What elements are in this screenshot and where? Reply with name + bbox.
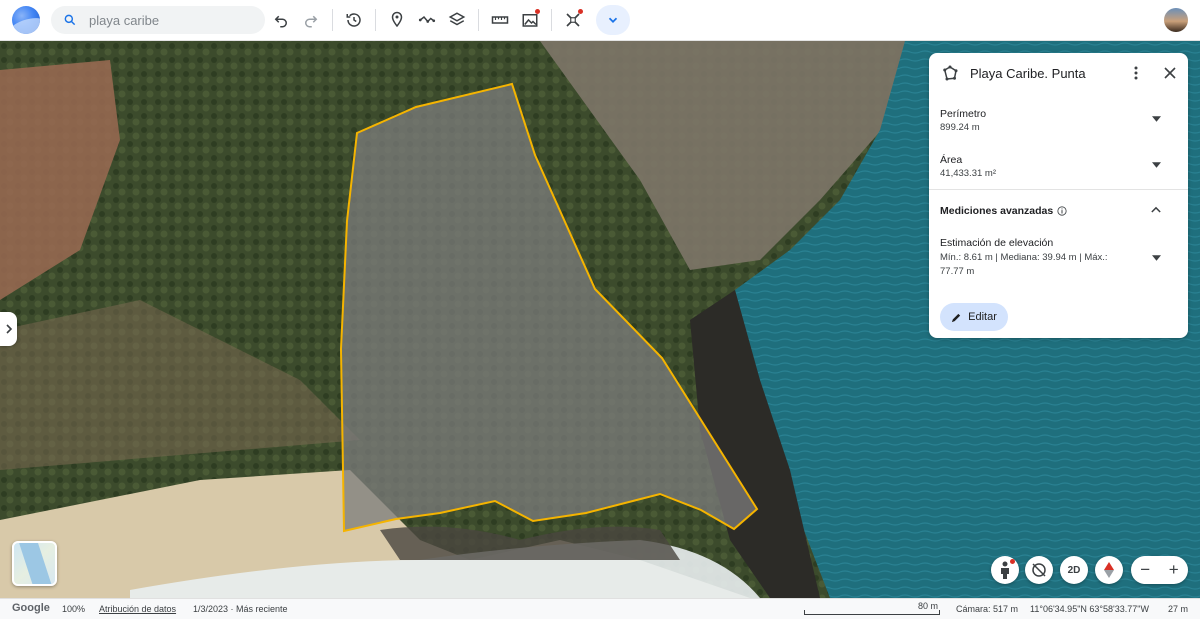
zoom-out-button[interactable]: − <box>1131 556 1160 584</box>
compass-button[interactable] <box>1095 556 1123 584</box>
toggle-2d-button[interactable]: 2D <box>1060 556 1088 584</box>
notification-dot <box>535 9 540 14</box>
history-button[interactable] <box>339 5 369 35</box>
more-options-button[interactable] <box>1127 63 1145 83</box>
status-bar: Google 100% Atribución de datos 1/3/2023… <box>0 598 1200 619</box>
scale-bar <box>804 610 940 615</box>
zoom-control: − + <box>1131 556 1188 584</box>
expand-sidebar-button[interactable] <box>0 312 17 346</box>
google-earth-logo[interactable] <box>12 6 40 34</box>
caret-down-icon <box>1152 116 1161 122</box>
advanced-measurements-header[interactable]: Mediciones avanzadas <box>940 205 1067 217</box>
area-value: 41,433.31 m² <box>940 168 996 179</box>
edit-button[interactable]: Editar <box>940 303 1008 331</box>
imagery-date[interactable]: 1/3/2023 · Más reciente <box>193 604 288 614</box>
google-brand: Google <box>12 602 50 614</box>
caret-down-icon <box>1152 162 1161 168</box>
elevation-value-line1: Mín.: 8.61 m | Mediana: 39.94 m | Máx.: <box>940 252 1108 263</box>
layers-button[interactable] <box>442 5 472 35</box>
search-input[interactable] <box>89 12 249 28</box>
compass-icon <box>1104 562 1114 578</box>
redo-icon <box>305 15 318 28</box>
pin-icon <box>391 11 403 28</box>
ruler-icon <box>491 16 509 24</box>
perimeter-value: 899.24 m <box>940 122 980 133</box>
edit-button-label: Editar <box>968 311 997 323</box>
zoom-percentage: 100% <box>62 604 86 614</box>
reset-tilt-button[interactable] <box>1025 556 1053 584</box>
chevron-up-icon[interactable] <box>1151 206 1161 213</box>
draw-path-button[interactable] <box>412 5 442 35</box>
toggle-2d-label: 2D <box>1067 564 1081 576</box>
more-tools-button[interactable] <box>596 5 630 35</box>
account-avatar[interactable] <box>1164 8 1188 32</box>
toolbar-divider <box>551 9 552 31</box>
ground-elevation: 27 m <box>1168 604 1189 614</box>
path-icon <box>418 15 436 23</box>
top-bar <box>0 0 1200 41</box>
caret-down-icon <box>1152 255 1161 261</box>
search-box[interactable] <box>51 6 265 34</box>
coordinates: 11°06'34.95"N 63°58'33.77"W <box>1030 604 1149 614</box>
more-vert-icon <box>1134 66 1138 80</box>
info-icon[interactable] <box>1057 206 1067 216</box>
advanced-measurements-label: Mediciones avanzadas <box>940 205 1054 217</box>
elevation-label: Estimación de elevación <box>940 237 1054 249</box>
add-placemark-button[interactable] <box>382 5 412 35</box>
undo-button[interactable] <box>266 5 296 35</box>
close-panel-button[interactable] <box>1161 64 1179 82</box>
measure-button[interactable] <box>485 5 515 35</box>
pencil-icon <box>952 313 961 322</box>
projects-button[interactable] <box>558 5 588 35</box>
perimeter-row[interactable]: Perímetro 899.24 m <box>929 103 1188 139</box>
layers-icon <box>448 12 466 26</box>
toolbar-divider <box>332 9 333 31</box>
polygon-icon <box>943 65 958 81</box>
area-label: Área <box>940 154 963 166</box>
perimeter-label: Perímetro <box>940 108 987 120</box>
redo-button[interactable] <box>296 5 326 35</box>
tilt-off-icon <box>1032 563 1046 577</box>
notification-dot <box>1010 559 1015 564</box>
zoom-in-button[interactable]: + <box>1160 556 1189 584</box>
area-row[interactable]: Área 41,433.31 m² <box>929 149 1188 185</box>
minimap-thumbnail[interactable] <box>12 541 57 586</box>
pegman-icon <box>1001 561 1009 579</box>
undo-icon <box>274 15 287 28</box>
measurement-panel: Playa Caribe. Punta Perímetro 899.24 m Á… <box>929 53 1188 338</box>
elevation-value-line2: 77.77 m <box>940 266 975 277</box>
image-overlay-button[interactable] <box>515 5 545 35</box>
chevron-right-icon <box>5 324 12 334</box>
toolbar-divider <box>375 9 376 31</box>
history-icon <box>346 13 361 27</box>
close-icon <box>1164 67 1176 79</box>
panel-title: Playa Caribe. Punta <box>970 66 1086 81</box>
chevron-down-icon <box>608 17 618 23</box>
notification-dot <box>578 9 583 14</box>
data-attribution-link[interactable]: Atribución de datos <box>99 604 176 614</box>
search-icon <box>64 14 76 26</box>
toolbar <box>266 5 630 35</box>
toolbar-divider <box>478 9 479 31</box>
elevation-row[interactable]: Estimación de elevación Mín.: 8.61 m | M… <box>929 235 1188 285</box>
camera-altitude: Cámara: 517 m <box>956 604 1019 614</box>
panel-header: Playa Caribe. Punta <box>929 53 1188 93</box>
panel-divider <box>929 189 1188 190</box>
street-view-button[interactable] <box>991 556 1019 584</box>
